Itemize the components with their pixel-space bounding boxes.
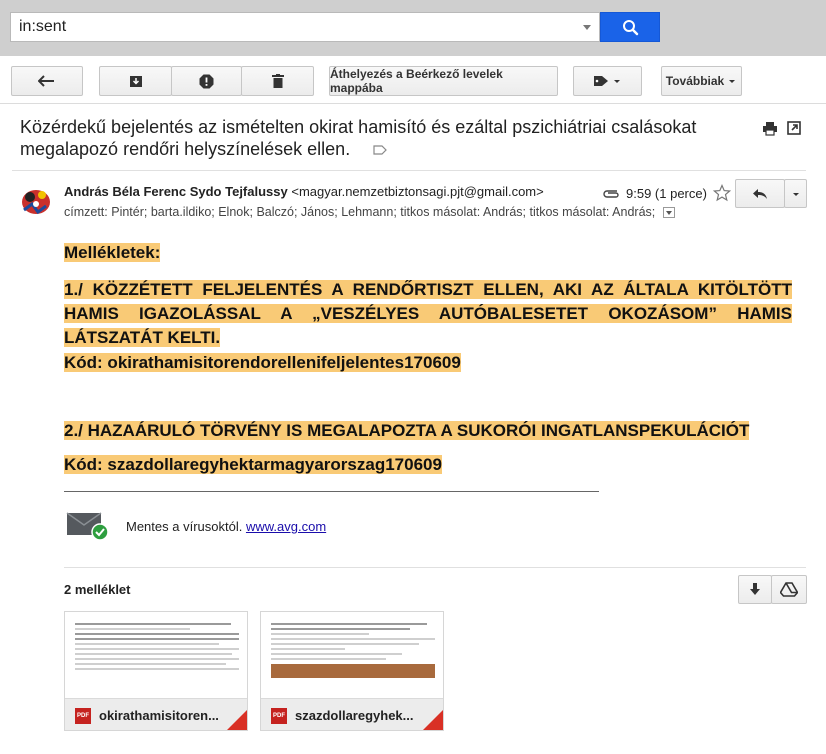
attachment-footer: PDF okirathamisitoren... xyxy=(65,698,247,730)
back-to-list-button[interactable] xyxy=(11,66,83,96)
pdf-icon: PDF xyxy=(271,707,287,724)
signature-divider xyxy=(64,491,599,492)
print-icon[interactable] xyxy=(762,121,778,136)
reply-more-options-button[interactable] xyxy=(784,179,807,208)
top-bar: in:sent xyxy=(0,0,826,56)
drive-icon xyxy=(780,582,798,597)
more-label: Továbbiak xyxy=(665,74,725,88)
chevron-down-icon xyxy=(729,80,736,83)
attachment-name: okirathamisitoren... xyxy=(99,708,219,723)
search-input[interactable]: in:sent xyxy=(10,12,600,42)
more-button[interactable]: Továbbiak xyxy=(661,66,742,96)
sender-name[interactable]: András Béla Ferenc Sydo Tejfalussy xyxy=(64,184,288,199)
reply-icon xyxy=(753,188,767,199)
attachment-count: 2 melléklet xyxy=(64,582,131,597)
search-button[interactable] xyxy=(600,12,660,42)
move-to-inbox-label: Áthelyezés a Beérkező levelek mappába xyxy=(330,67,503,95)
label-tag-icon xyxy=(593,76,620,86)
attachment-card[interactable]: PDF okirathamisitoren... xyxy=(64,611,248,731)
attachment-corner xyxy=(227,710,247,730)
important-label-icon[interactable] xyxy=(373,145,388,155)
recipients-line: címzett: Pintér; barta.ildiko; Elnok; Ba… xyxy=(64,205,675,219)
attachments-heading: Mellékletek: xyxy=(64,243,161,262)
avg-signature: Mentes a vírusoktól. www.avg.com xyxy=(126,519,326,534)
spam-icon xyxy=(199,74,214,88)
avg-text: Mentes a vírusoktól. xyxy=(126,519,243,534)
recipients-text: címzett: Pintér; barta.ildiko; Elnok; Ba… xyxy=(64,205,656,219)
subject-text: Közérdekű bejelentés az ismételten okira… xyxy=(20,117,697,159)
report-spam-button[interactable] xyxy=(171,66,242,96)
message-meta: 9:59 (1 perce) xyxy=(602,184,731,202)
attachment-thumbnail xyxy=(65,612,247,698)
search-options-caret-icon[interactable] xyxy=(583,25,591,30)
avg-link[interactable]: www.avg.com xyxy=(246,519,326,534)
delete-button[interactable] xyxy=(241,66,314,96)
sender-line: András Béla Ferenc Sydo Tejfalussy <magy… xyxy=(64,184,544,199)
chevron-down-icon xyxy=(792,192,799,196)
save-to-drive-button[interactable] xyxy=(771,575,807,604)
attachment-thumbnail xyxy=(261,612,443,698)
search-input-value: in:sent xyxy=(19,18,67,35)
body-item-2: 2./ HAZAÁRULÓ TÖRVÉNY IS MEGALAPOZTA A S… xyxy=(64,421,750,440)
archive-button[interactable] xyxy=(99,66,172,96)
attachment-footer: PDF szazdollaregyhek... xyxy=(261,698,443,730)
header-divider xyxy=(12,170,806,171)
message-body: Mellékletek: 1./ KÖZZÉTETT FELJELENTÉS A… xyxy=(64,242,792,474)
body-item-1: 1./ KÖZZÉTETT FELJELENTÉS A RENDŐRTISZT … xyxy=(64,280,792,347)
pdf-icon: PDF xyxy=(75,707,91,724)
attachment-name: szazdollaregyhek... xyxy=(295,708,414,723)
star-icon[interactable] xyxy=(712,184,731,202)
attachment-card[interactable]: PDF szazdollaregyhek... xyxy=(260,611,444,731)
attachments-divider xyxy=(64,567,806,568)
popout-icon[interactable] xyxy=(787,121,801,135)
avg-envelope-icon xyxy=(66,512,109,541)
attachment-corner xyxy=(423,710,443,730)
sender-email: <magyar.nemzetbiztonsagi.pjt@gmail.com> xyxy=(291,184,544,199)
download-all-button[interactable] xyxy=(738,575,772,604)
search-icon xyxy=(623,20,639,36)
trash-icon xyxy=(271,74,284,88)
sender-avatar[interactable] xyxy=(18,182,54,218)
message-toolbar: Áthelyezés a Beérkező levelek mappába To… xyxy=(0,56,826,104)
labels-button[interactable] xyxy=(573,66,642,96)
show-details-icon[interactable] xyxy=(662,207,675,219)
paperclip-icon xyxy=(603,190,619,198)
message-time: 9:59 (1 perce) xyxy=(626,185,707,201)
back-arrow-icon xyxy=(38,75,54,87)
body-code-1: Kód: okirathamisitorendorellenifeljelent… xyxy=(64,353,461,372)
archive-icon xyxy=(129,75,142,87)
message-subject: Közérdekű bejelentés az ismételten okira… xyxy=(20,116,740,160)
reply-button[interactable] xyxy=(735,179,785,208)
download-icon xyxy=(750,582,760,595)
move-to-inbox-button[interactable]: Áthelyezés a Beérkező levelek mappába xyxy=(329,66,558,96)
body-code-2: Kód: szazdollaregyhektarmagyarorszag1706… xyxy=(64,455,442,474)
